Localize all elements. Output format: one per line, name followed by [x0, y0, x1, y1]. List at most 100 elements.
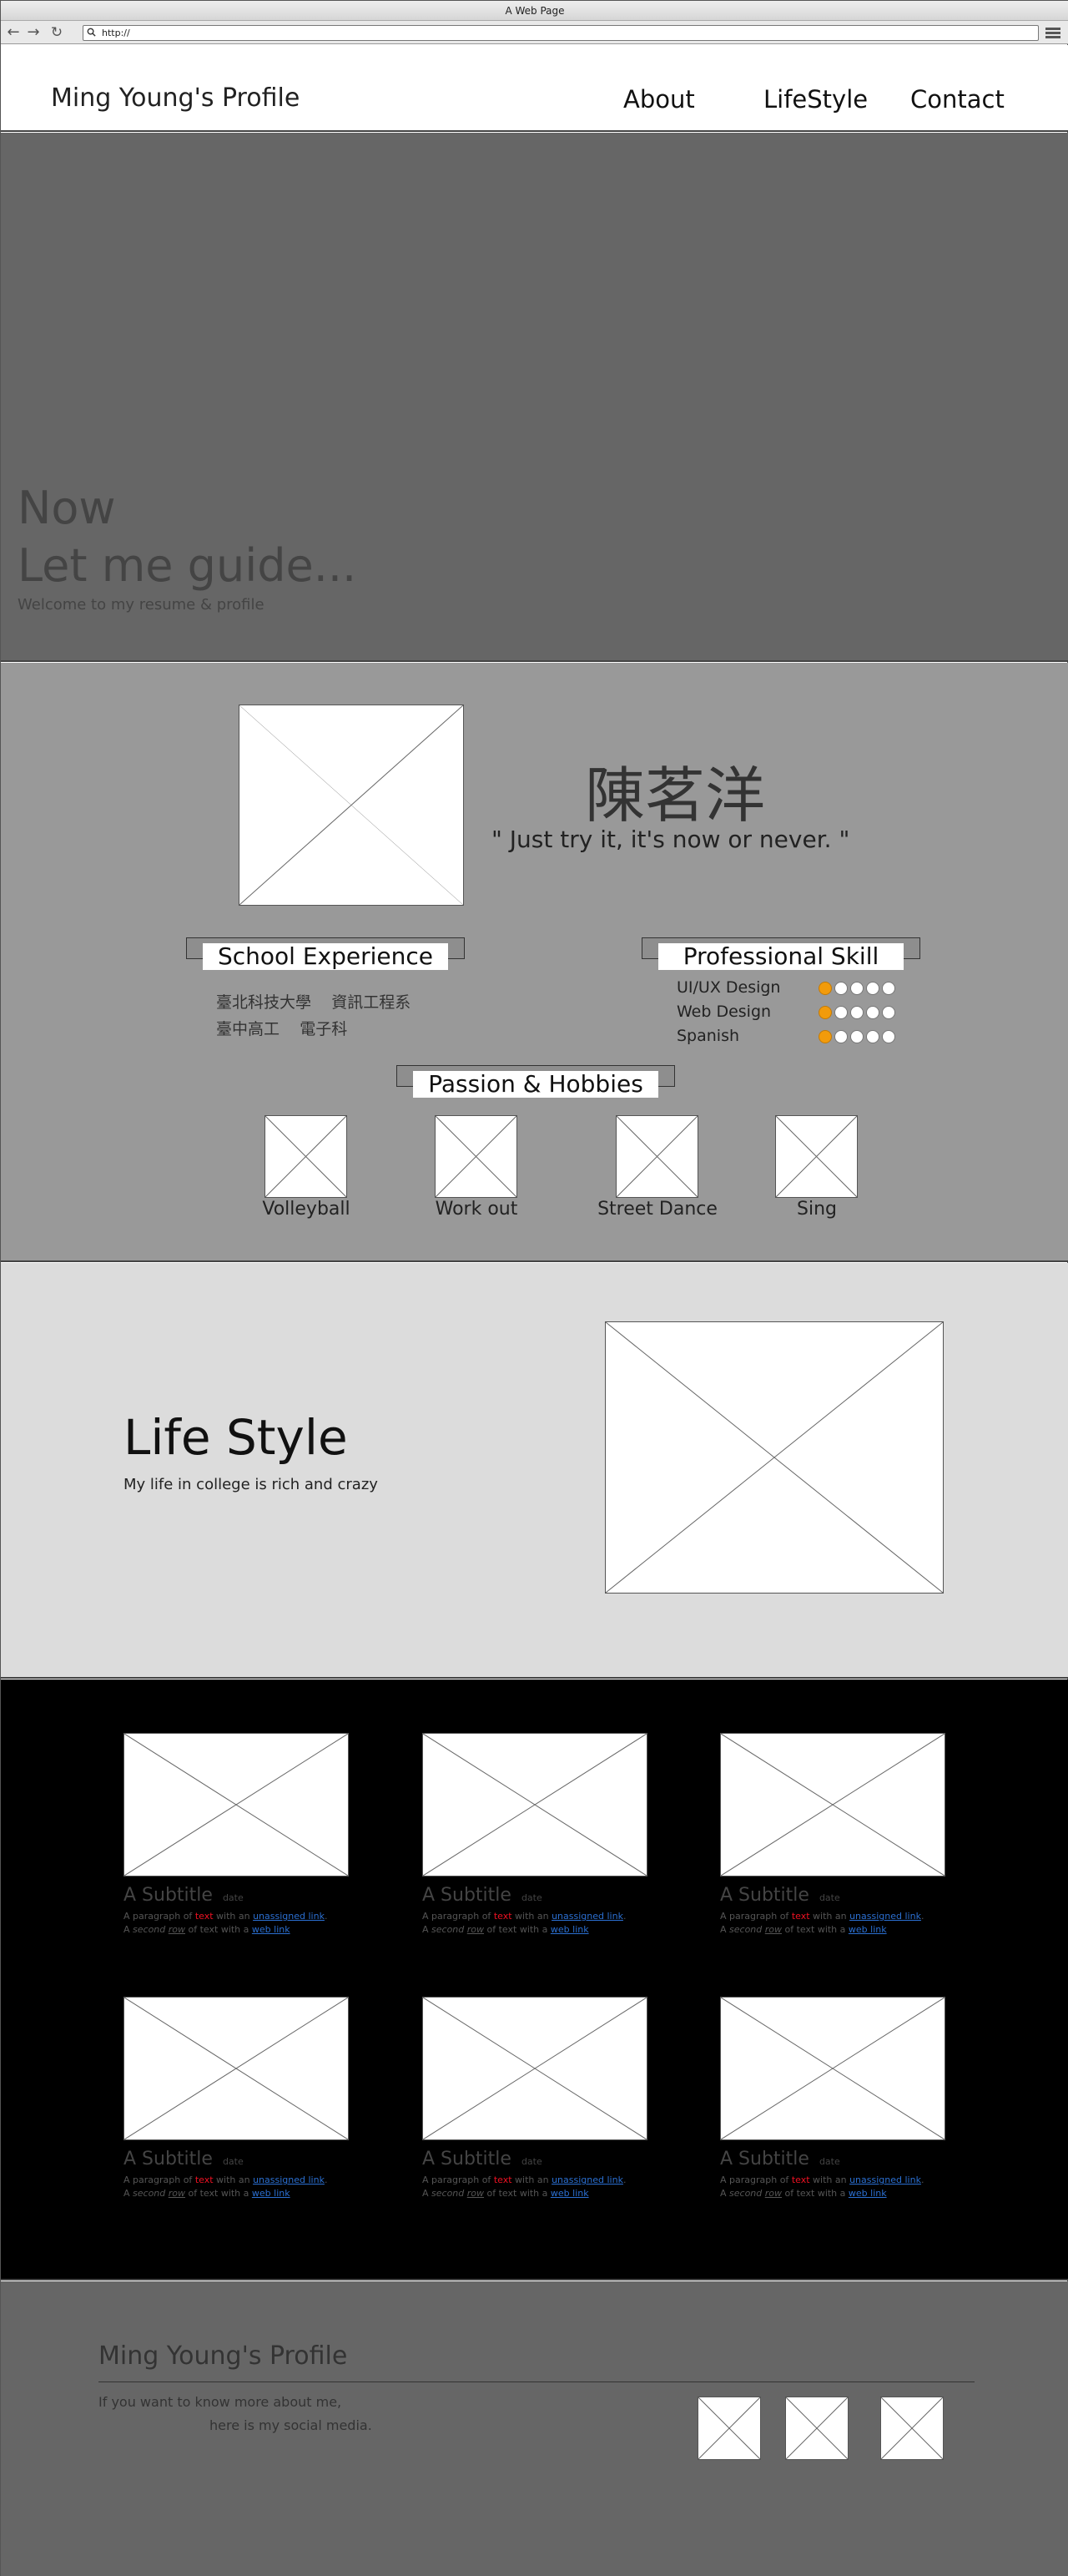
web-link[interactable]: web link [551, 1924, 589, 1935]
nav-contact[interactable]: Contact [910, 85, 1005, 114]
browser-toolbar: ← → ↻ http:// [1, 21, 1068, 44]
rating-dot-empty [866, 982, 879, 995]
card-subtitle: A Subtitle date [720, 2149, 840, 2169]
rating-dot-empty [850, 1030, 864, 1043]
web-page: A Web Page ← → ↻ http:// Ming Young's Pr… [0, 0, 1068, 2576]
site-footer: Ming Young's Profile If you want to know… [1, 2281, 1068, 2576]
card-date: date [819, 2156, 840, 2167]
unassigned-link[interactable]: unassigned link [552, 2174, 623, 2185]
hamburger-menu-icon[interactable] [1045, 28, 1060, 39]
rating-dot-empty [866, 1030, 879, 1043]
school-item: 臺北科技大學 資訊工程系 [216, 990, 411, 1013]
rating-dot-empty [882, 1030, 895, 1043]
card-paragraph: A paragraph of text with an unassigned l… [720, 1910, 924, 1937]
footer-title: Ming Young's Profile [98, 2341, 348, 2371]
paragraph-line2: A second row of text with a web link [123, 1924, 290, 1935]
url-field[interactable]: http:// [83, 25, 1039, 41]
skill-heading-text: Professional Skill [658, 943, 904, 970]
arrow-right-icon[interactable]: → [24, 23, 43, 42]
unassigned-link[interactable]: unassigned link [552, 1911, 623, 1922]
card-subtitle-text: A Subtitle [123, 1885, 213, 1906]
unassigned-link[interactable]: unassigned link [849, 1911, 921, 1922]
card-subtitle-text: A Subtitle [720, 1885, 809, 1906]
rating-dot-empty [882, 982, 895, 995]
card-subtitle-text: A Subtitle [720, 2149, 809, 2169]
social-icon-placeholder[interactable] [698, 2397, 761, 2460]
paragraph-line1: A paragraph of text with an unassigned l… [123, 1911, 328, 1922]
rating-dot-empty [834, 1006, 848, 1019]
hobby-image-placeholder [775, 1115, 858, 1198]
social-icon-placeholder[interactable] [880, 2397, 944, 2460]
gallery-image-placeholder [720, 1997, 945, 2140]
nav-lifestyle[interactable]: LifeStyle [763, 85, 868, 114]
card-paragraph: A paragraph of text with an unassigned l… [422, 2174, 626, 2200]
hobby-label: Work out [435, 1199, 518, 1220]
site-title[interactable]: Ming Young's Profile [51, 83, 300, 113]
footer-text-line2: here is my social media. [209, 2417, 372, 2433]
gallery-section: A Subtitle date A paragraph of text with a… [1, 1679, 1068, 2281]
highlight-text: text [493, 2174, 512, 2185]
profile-quote: " Just try it, it's now or never. " [491, 826, 850, 853]
paragraph-line1: A paragraph of text with an unassigned l… [720, 1911, 924, 1922]
gallery-image-placeholder [422, 1733, 647, 1876]
card-subtitle-text: A Subtitle [422, 2149, 511, 2169]
rating-dot-filled [819, 1006, 832, 1019]
web-link[interactable]: web link [551, 2188, 589, 2199]
card-subtitle-text: A Subtitle [123, 2149, 213, 2169]
gallery-image-placeholder [123, 1733, 349, 1876]
unassigned-link[interactable]: unassigned link [849, 2174, 921, 2185]
hero-heading-line2: Let me guide... [18, 539, 357, 592]
school-dept: 資訊工程系 [331, 993, 411, 1012]
arrow-left-icon[interactable]: ← [4, 23, 23, 42]
rating-dot-filled [819, 1030, 832, 1043]
hobby-image-placeholder [616, 1115, 698, 1198]
web-link[interactable]: web link [849, 2188, 887, 2199]
site-header: Ming Young's Profile About LifeStyle Con… [1, 45, 1068, 132]
gallery-image-placeholder [720, 1733, 945, 1876]
card-date: date [222, 2156, 244, 2167]
url-text: http:// [102, 28, 130, 38]
skill-name: Spanish [677, 1027, 740, 1045]
card-paragraph: A paragraph of text with an unassigned l… [720, 2174, 924, 2200]
nav-about[interactable]: About [623, 85, 695, 114]
unassigned-link[interactable]: unassigned link [253, 1911, 325, 1922]
hero-heading-line1: Now [18, 482, 116, 534]
web-link[interactable]: web link [252, 2188, 290, 2199]
reload-icon[interactable]: ↻ [48, 23, 66, 42]
skill-rating [819, 980, 910, 997]
lifestyle-subtitle: My life in college is rich and crazy [123, 1476, 378, 1493]
paragraph-line2: A second row of text with a web link [422, 1924, 589, 1935]
card-subtitle: A Subtitle date [123, 1885, 244, 1906]
hobbies-heading-text: Passion & Hobbies [413, 1071, 658, 1098]
hero-subtitle: Welcome to my resume & profile [18, 596, 264, 614]
window-title: A Web Page [1, 1, 1068, 21]
skill-rating [819, 1004, 910, 1021]
profile-photo-placeholder [239, 705, 464, 906]
rating-dot-filled [819, 982, 832, 995]
web-link[interactable]: web link [849, 1924, 887, 1935]
card-subtitle: A Subtitle date [720, 1885, 840, 1906]
rating-dot-empty [866, 1006, 879, 1019]
card-paragraph: A paragraph of text with an unassigned l… [123, 1910, 327, 1937]
card-date: date [819, 1892, 840, 1903]
social-icon-placeholder[interactable] [785, 2397, 849, 2460]
hobby-label: Sing [797, 1199, 837, 1220]
unassigned-link[interactable]: unassigned link [253, 2174, 325, 2185]
rating-dot-empty [882, 1006, 895, 1019]
highlight-text: text [194, 2174, 214, 2185]
card-subtitle: A Subtitle date [422, 1885, 542, 1906]
rating-dot-empty [834, 1030, 848, 1043]
rating-dot-empty [834, 982, 848, 995]
gallery-image-placeholder [422, 1997, 647, 2140]
about-section: 陳茗洋 " Just try it, it's now or never. " … [1, 663, 1068, 1262]
card-subtitle: A Subtitle date [422, 2149, 542, 2169]
paragraph-line2: A second row of text with a web link [123, 2188, 290, 2199]
card-date: date [521, 1892, 542, 1903]
highlight-text: text [493, 1911, 512, 1922]
web-link[interactable]: web link [252, 1924, 290, 1935]
profile-name: 陳茗洋 [585, 760, 766, 831]
rating-dot-empty [850, 982, 864, 995]
card-subtitle-text: A Subtitle [422, 1885, 511, 1906]
paragraph-line1: A paragraph of text with an unassigned l… [422, 2174, 627, 2185]
school-heading: School Experience [186, 937, 465, 970]
